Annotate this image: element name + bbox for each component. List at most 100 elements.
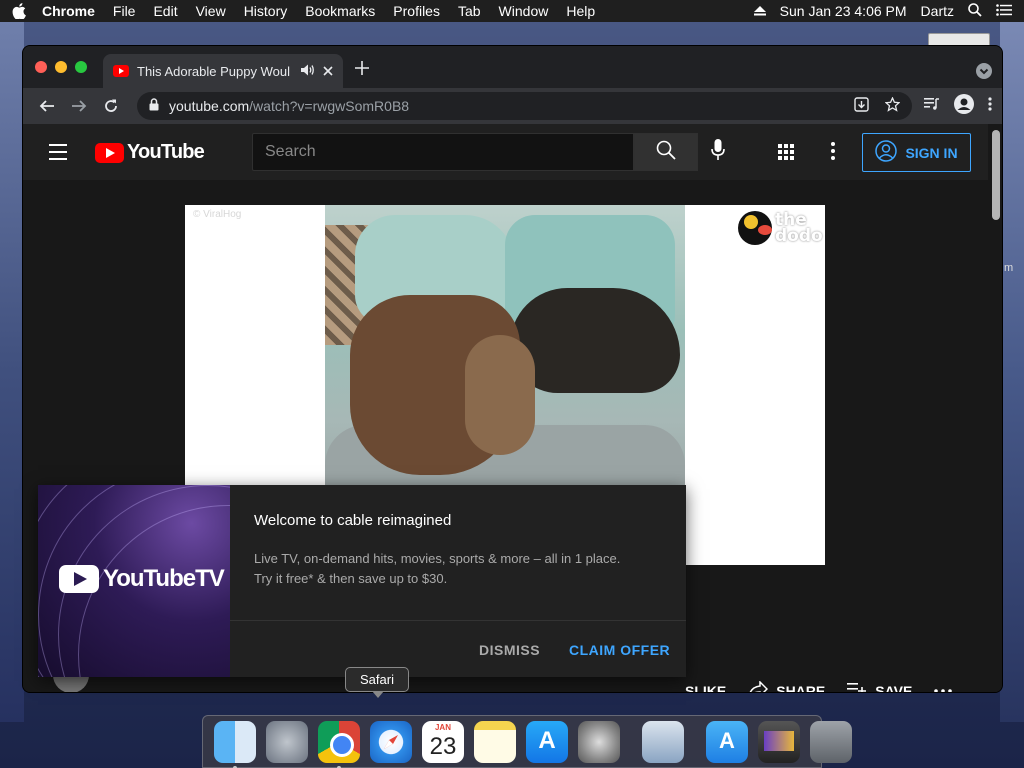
more-actions-icon[interactable]: [934, 688, 953, 692]
url-host: youtube.com: [169, 98, 250, 114]
forward-button[interactable]: [65, 92, 93, 120]
menu-file[interactable]: File: [113, 3, 136, 19]
like-button[interactable]: SLIKE: [685, 682, 727, 693]
youtube-tv-logo-text: YouTubeTV: [103, 565, 225, 592]
tab-search-icon[interactable]: [976, 63, 992, 79]
app-store-icon[interactable]: [526, 720, 568, 763]
macos-dock: JAN 23: [202, 715, 852, 768]
settings-more-icon[interactable]: [831, 142, 835, 165]
dock-tooltip: Safari: [345, 667, 409, 698]
claim-offer-button[interactable]: CLAIM OFFER: [569, 642, 670, 658]
video-actions: SLIKE SHARE SAVE: [685, 680, 974, 693]
chrome-menu-icon[interactable]: [988, 96, 992, 116]
install-app-icon[interactable]: [854, 97, 869, 115]
menu-bookmarks[interactable]: Bookmarks: [305, 3, 375, 19]
notes-icon[interactable]: [474, 720, 516, 763]
calendar-icon[interactable]: JAN 23: [422, 720, 464, 763]
promo-description-line1: Live TV, on-demand hits, movies, sports …: [254, 551, 621, 566]
promo-divider: [230, 620, 686, 621]
spotlight-search-icon[interactable]: [968, 2, 982, 20]
like-label: SLIKE: [685, 682, 727, 693]
bookmark-star-icon[interactable]: [884, 96, 901, 115]
youtube-tv-logo: YouTubeTV: [59, 565, 225, 593]
promo-body: Welcome to cable reimagined Live TV, on-…: [230, 485, 686, 677]
system-preferences-icon[interactable]: [578, 720, 620, 763]
youtube-tv-play-icon: [59, 565, 99, 593]
downloads-folder-icon[interactable]: [706, 720, 748, 763]
menu-help[interactable]: Help: [566, 3, 595, 19]
calendar-month: JAN: [434, 722, 451, 732]
preview-icon[interactable]: [642, 720, 684, 763]
youtube-play-icon: [95, 142, 124, 163]
media-controls-icon[interactable]: [924, 97, 940, 116]
account-circle-icon: [875, 140, 898, 165]
safari-icon[interactable]: [370, 720, 412, 763]
close-window-button[interactable]: [35, 61, 47, 73]
apple-menu-icon[interactable]: [12, 3, 42, 19]
trash-icon[interactable]: [810, 720, 852, 763]
dvd-player-icon[interactable]: [758, 720, 800, 763]
close-tab-icon[interactable]: [323, 63, 333, 79]
hamburger-menu-icon[interactable]: [49, 144, 67, 165]
promo-description: Live TV, on-demand hits, movies, sports …: [254, 549, 674, 589]
save-button[interactable]: SAVE: [847, 682, 913, 693]
eject-icon[interactable]: [753, 3, 766, 19]
menu-profiles[interactable]: Profiles: [393, 3, 440, 19]
notification-center-icon[interactable]: [996, 3, 1012, 19]
search-button[interactable]: [634, 133, 698, 171]
youtube-masthead: YouTube Search SIGN IN: [23, 124, 988, 180]
page-scrollbar[interactable]: [988, 124, 1002, 692]
video-watermark: © ViralHog: [193, 209, 242, 220]
clock[interactable]: Sun Jan 23 4:06 PM: [780, 3, 907, 19]
youtube-logo[interactable]: YouTube: [95, 141, 205, 164]
browser-toolbar: youtube.com/watch?v=rwgwSomR0B8: [23, 88, 1002, 124]
desktop-wallpaper-right: [1000, 22, 1024, 722]
save-label: SAVE: [875, 682, 913, 693]
youtube-apps-grid-icon[interactable]: [778, 144, 794, 165]
profile-avatar-icon[interactable]: [954, 93, 974, 119]
dismiss-button[interactable]: DISMISS: [479, 642, 540, 658]
back-button[interactable]: [33, 92, 61, 120]
voice-search-mic-icon[interactable]: [711, 139, 725, 166]
menu-bar-status: Sun Jan 23 4:06 PM Dartz: [753, 2, 1012, 20]
menu-view[interactable]: View: [196, 3, 226, 19]
sign-in-label: SIGN IN: [905, 144, 958, 161]
search-input[interactable]: Search: [252, 133, 634, 171]
playlist-add-icon: [847, 682, 867, 692]
the-dodo-logo: the dodo: [738, 211, 823, 245]
url-path: /watch?v=rwgwSomR0B8: [249, 98, 410, 114]
menu-window[interactable]: Window: [499, 3, 549, 19]
youtube-tv-promo-dialog: YouTubeTV Welcome to cable reimagined Li…: [38, 485, 686, 677]
reload-button[interactable]: [97, 92, 125, 120]
tab-title: This Adorable Puppy Woul: [137, 63, 290, 79]
address-bar[interactable]: youtube.com/watch?v=rwgwSomR0B8: [137, 92, 912, 120]
user-name[interactable]: Dartz: [921, 3, 954, 19]
dodo-bird-icon: [738, 211, 772, 245]
minimize-window-button[interactable]: [55, 61, 67, 73]
chrome-icon[interactable]: [318, 720, 360, 768]
menu-app-chrome[interactable]: Chrome: [42, 3, 95, 19]
share-button[interactable]: SHARE: [748, 680, 826, 693]
finder-icon[interactable]: [214, 720, 256, 768]
menu-edit[interactable]: Edit: [153, 3, 177, 19]
menu-history[interactable]: History: [244, 3, 288, 19]
sign-in-button[interactable]: SIGN IN: [862, 133, 971, 172]
tab-youtube[interactable]: This Adorable Puppy Woul: [103, 54, 343, 88]
share-icon: [748, 680, 769, 692]
menu-tab[interactable]: Tab: [458, 3, 481, 19]
launchpad-icon[interactable]: [266, 720, 308, 763]
desktop-edge-text: m: [1004, 262, 1014, 274]
youtube-favicon-icon: [113, 65, 129, 77]
share-label: SHARE: [776, 682, 826, 693]
promo-description-line2: Try it free* & then save up to $30.: [254, 571, 448, 586]
promo-headline: Welcome to cable reimagined: [254, 512, 452, 529]
search-icon: [656, 140, 676, 165]
zoom-window-button[interactable]: [75, 61, 87, 73]
desktop-wallpaper-left: [0, 22, 24, 722]
audio-playing-icon[interactable]: [301, 64, 315, 79]
new-tab-button[interactable]: [355, 58, 369, 81]
scrollbar-thumb[interactable]: [992, 130, 1000, 220]
macos-menu-bar: Chrome File Edit View History Bookmarks …: [0, 0, 1024, 22]
lock-icon[interactable]: [149, 98, 159, 114]
calendar-day: 23: [429, 732, 457, 760]
